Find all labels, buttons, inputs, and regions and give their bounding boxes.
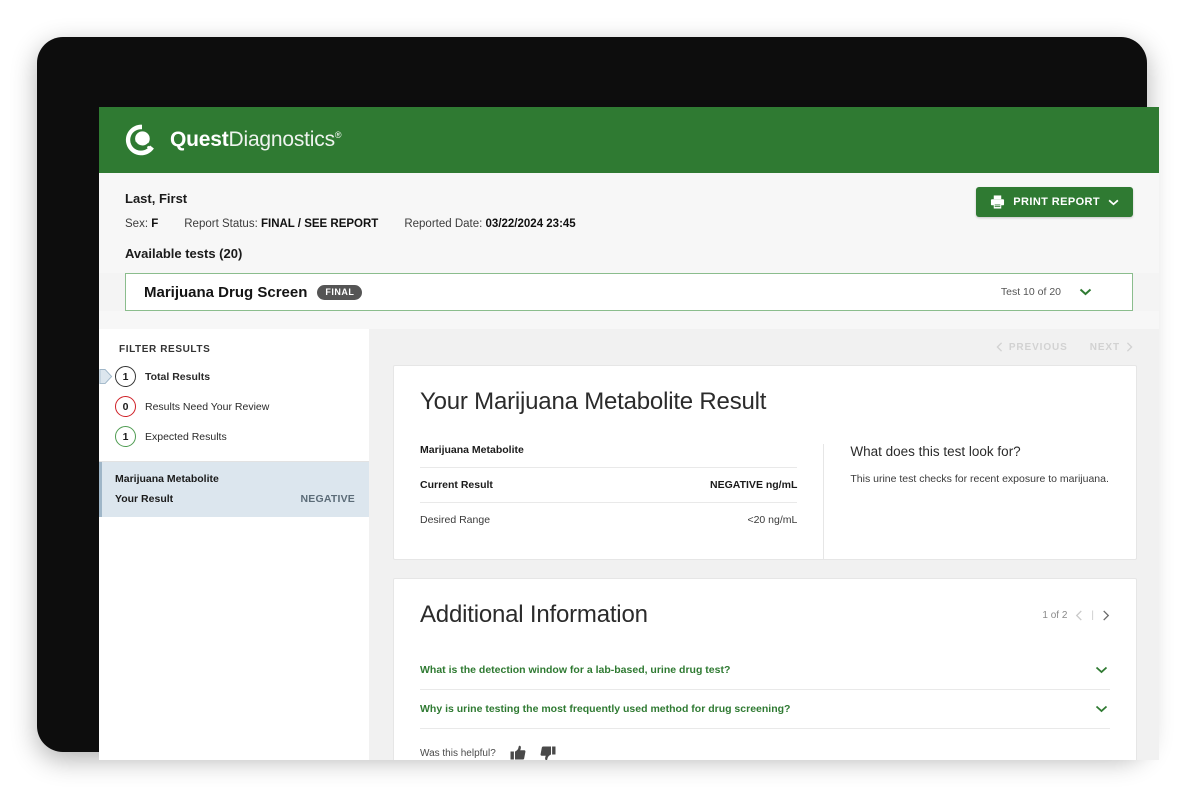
additional-information-card: Additional Information 1 of 2 |: [393, 578, 1137, 760]
desired-range-label: Desired Range: [420, 514, 490, 526]
sidebar-result-label: Your Result: [115, 493, 173, 505]
patient-metadata: Sex: F Report Status: FINAL / SEE REPORT…: [125, 218, 1133, 230]
faq-accordion-list: What is the detection window for a lab-b…: [420, 651, 1110, 729]
quest-logo-icon: [125, 123, 159, 157]
result-navigation: PREVIOUS NEXT: [393, 329, 1137, 365]
print-report-label: PRINT REPORT: [1013, 196, 1100, 208]
brand-wordmark: QuestDiagnostics®: [170, 128, 341, 152]
faq-question: Why is urine testing the most frequently…: [420, 703, 790, 715]
table-row: Current Result NEGATIVE ng/mL: [420, 468, 797, 503]
patient-sex-value: F: [151, 218, 158, 230]
filter-total-results[interactable]: 1 Total Results: [115, 366, 353, 387]
result-card-header: Your Marijuana Metabolite Result: [394, 388, 1136, 416]
next-result-button[interactable]: NEXT: [1090, 342, 1133, 353]
additional-information-pager: 1 of 2 |: [1042, 610, 1110, 621]
filter-total-label: Total Results: [145, 371, 210, 383]
filter-results-title: FILTER RESULTS: [115, 344, 353, 355]
sidebar-result-item-marijuana-metabolite[interactable]: Marijuana Metabolite Your Result NEGATIV…: [99, 462, 369, 517]
sidebar-result-value: NEGATIVE: [301, 493, 356, 505]
chevron-left-icon[interactable]: [1075, 610, 1083, 621]
patient-sex-label: Sex:: [125, 218, 148, 230]
test-counter: Test 10 of 20: [1001, 286, 1061, 298]
reported-date-value: 03/22/2024 23:45: [486, 218, 576, 230]
thumbs-down-icon[interactable]: [540, 745, 556, 760]
result-values-table: Marijuana Metabolite Current Result NEGA…: [394, 444, 824, 559]
browser-viewport: QuestDiagnostics® Last, First Sex: F Rep…: [99, 107, 1159, 760]
brand-name-bold: Quest: [170, 128, 229, 151]
addl-pager-text: 1 of 2: [1042, 610, 1067, 621]
result-detail-card: Your Marijuana Metabolite Result Marijua…: [393, 365, 1137, 560]
result-card-body: Marijuana Metabolite Current Result NEGA…: [394, 444, 1136, 559]
result-card-title: Your Marijuana Metabolite Result: [420, 388, 1110, 416]
active-filter-pointer-icon: [99, 369, 113, 384]
previous-result-button[interactable]: PREVIOUS: [996, 342, 1068, 353]
reported-date-label: Reported Date:: [404, 218, 482, 230]
table-row: Desired Range <20 ng/mL: [420, 503, 797, 537]
brand-name-light: Diagnostics: [229, 128, 335, 151]
test-selector-dropdown[interactable]: Marijuana Drug Screen FINAL Test 10 of 2…: [125, 273, 1133, 311]
sidebar-result-name: Marijuana Metabolite: [115, 473, 355, 485]
filter-results-panel: FILTER RESULTS 1 Total Results 0 Results…: [99, 329, 369, 462]
filter-needs-review[interactable]: 0 Results Need Your Review: [115, 396, 353, 417]
bar-spacer: [99, 311, 1159, 329]
faq-question: What is the detection window for a lab-b…: [420, 664, 730, 676]
current-result-label: Current Result: [420, 479, 493, 491]
chevron-down-icon: [1095, 666, 1108, 674]
pager-divider: |: [1091, 610, 1094, 621]
report-status: Report Status: FINAL / SEE REPORT: [184, 218, 378, 230]
chevron-right-icon: [1126, 342, 1133, 352]
content-area: FILTER RESULTS 1 Total Results 0 Results…: [99, 329, 1159, 760]
tablet-device-frame: QuestDiagnostics® Last, First Sex: F Rep…: [37, 37, 1147, 752]
filter-needs-review-label: Results Need Your Review: [145, 401, 269, 413]
printer-icon: [990, 195, 1005, 209]
faq-item-urine-testing[interactable]: Why is urine testing the most frequently…: [420, 690, 1110, 729]
test-explanation-question: What does this test look for?: [850, 444, 1110, 459]
chevron-down-icon: [1079, 288, 1092, 296]
filter-expected-label: Expected Results: [145, 431, 227, 443]
chevron-down-icon: [1095, 705, 1108, 713]
feedback-row: Was this helpful?: [420, 729, 1110, 760]
filter-total-count: 1: [115, 366, 136, 387]
current-result-value: NEGATIVE ng/mL: [710, 479, 797, 491]
chevron-right-icon[interactable]: [1102, 610, 1110, 621]
filter-expected-results[interactable]: 1 Expected Results: [115, 426, 353, 447]
patient-sex: Sex: F: [125, 218, 158, 230]
report-status-label: Report Status:: [184, 218, 258, 230]
site-header: QuestDiagnostics®: [99, 107, 1159, 173]
sidebar-result-row: Your Result NEGATIVE: [115, 493, 355, 505]
additional-information-header: Additional Information 1 of 2 |: [420, 601, 1110, 629]
additional-information-title: Additional Information: [420, 601, 648, 629]
main-content-column: PREVIOUS NEXT Your Marijuana Metabolite …: [369, 329, 1159, 760]
report-status-value: FINAL / SEE REPORT: [261, 218, 378, 230]
analyte-name: Marijuana Metabolite: [420, 444, 797, 468]
filter-expected-count: 1: [115, 426, 136, 447]
patient-summary-bar: Last, First Sex: F Report Status: FINAL …: [99, 173, 1159, 273]
thumbs-up-icon[interactable]: [510, 745, 526, 760]
test-explanation-panel: What does this test look for? This urine…: [824, 444, 1136, 559]
selected-test-name: Marijuana Drug Screen: [144, 284, 307, 301]
filter-needs-review-count: 0: [115, 396, 136, 417]
test-explanation-answer: This urine test checks for recent exposu…: [850, 472, 1110, 488]
chevron-down-icon: [1108, 199, 1119, 206]
test-status-badge: FINAL: [317, 285, 362, 300]
faq-item-detection-window[interactable]: What is the detection window for a lab-b…: [420, 651, 1110, 690]
results-sidebar: FILTER RESULTS 1 Total Results 0 Results…: [99, 329, 369, 760]
feedback-label: Was this helpful?: [420, 748, 496, 759]
available-tests-label: Available tests (20): [125, 246, 1133, 261]
next-label: NEXT: [1090, 342, 1120, 353]
trademark-symbol: ®: [335, 130, 341, 140]
reported-date: Reported Date: 03/22/2024 23:45: [404, 218, 575, 230]
previous-label: PREVIOUS: [1009, 342, 1068, 353]
print-report-button[interactable]: PRINT REPORT: [976, 187, 1133, 217]
desired-range-value: <20 ng/mL: [747, 514, 797, 526]
chevron-left-icon: [996, 342, 1003, 352]
